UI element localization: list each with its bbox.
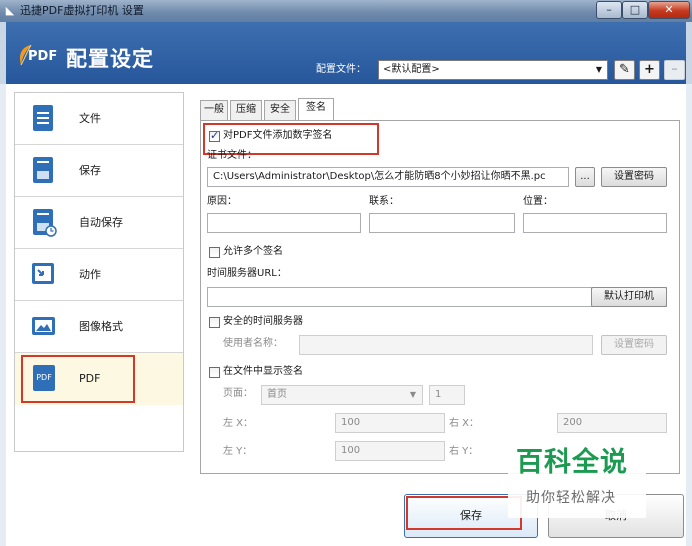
maximize-button[interactable]: □	[622, 1, 648, 19]
time-server-label: 时间服务器URL：	[207, 268, 287, 279]
tab-general[interactable]: 一般	[200, 100, 228, 120]
left-y-label: 左 Y：	[223, 446, 253, 457]
sidebar-item-label: 自动保存	[79, 216, 123, 229]
secure-time-server-checkbox[interactable]	[209, 317, 220, 328]
auto-save-icon	[31, 209, 57, 237]
left-x-field[interactable]: 100	[335, 413, 445, 433]
pencil-icon: ✎	[619, 62, 630, 77]
add-config-button[interactable]: +	[639, 60, 660, 80]
sidebar-item-label: 保存	[79, 164, 101, 177]
settings-sidebar: 文件 保存 自动保存 动作 图像格式 PDF PDF	[14, 92, 184, 452]
page-title: 配置设定	[66, 47, 154, 71]
minimize-button[interactable]: –	[596, 1, 622, 19]
allow-multiple-label: 允许多个签名	[223, 246, 283, 257]
watermark-title: 百科全说	[516, 447, 628, 478]
cert-file-field[interactable]: C:\Users\Administrator\Desktop\怎么才能防晒8个小…	[207, 167, 569, 187]
contact-field[interactable]	[369, 213, 515, 233]
config-file-label: 配置文件：	[316, 64, 366, 75]
username-label: 使用者名称：	[223, 338, 283, 349]
sidebar-item-save[interactable]: 保存	[15, 145, 183, 197]
secure-time-server-label: 安全的时间服务器	[223, 316, 303, 327]
right-y-label: 右 Y：	[449, 446, 479, 457]
page-number-field[interactable]: 1	[429, 385, 465, 405]
set-password-button[interactable]: 设置密码	[601, 167, 667, 187]
action-icon	[31, 261, 57, 289]
contact-label: 联系：	[369, 196, 399, 207]
sidebar-item-label: 图像格式	[79, 320, 123, 333]
window-title: 迅捷PDF虚拟打印机 设置	[20, 4, 144, 17]
close-button[interactable]: ✕	[648, 1, 690, 19]
left-y-field[interactable]: 100	[335, 441, 445, 461]
dropdown-arrow-icon: ▼	[595, 65, 602, 74]
page-select[interactable]: 首页 ▼	[261, 385, 423, 405]
sidebar-item-action[interactable]: 动作	[15, 249, 183, 301]
signature-panel: 对PDF文件添加数字签名 证书文件： C:\Users\Administrato…	[200, 120, 680, 474]
sidebar-item-pdf[interactable]: PDF PDF	[15, 353, 183, 405]
main-area: 文件 保存 自动保存 动作 图像格式 PDF PDF 一般 压缩 安全 签名 ✓…	[0, 84, 692, 546]
browse-button[interactable]: ...	[575, 167, 595, 187]
content-area: 文件 保存 自动保存 动作 图像格式 PDF PDF 一般 压缩 安全 签名 ✓…	[6, 84, 686, 546]
allow-multiple-checkbox[interactable]	[209, 247, 220, 258]
save-icon	[31, 157, 57, 185]
remove-config-button[interactable]: –	[664, 60, 685, 80]
tab-security[interactable]: 安全	[264, 100, 296, 120]
location-label: 位置：	[523, 196, 553, 207]
show-signature-checkbox[interactable]	[209, 367, 220, 378]
location-field[interactable]	[523, 213, 667, 233]
app-icon: ◣	[5, 4, 15, 17]
dropdown-arrow-icon: ▼	[409, 390, 416, 399]
edit-config-button[interactable]: ✎	[614, 60, 635, 80]
header-banner: PDF 配置设定 配置文件： <默认配置> ▼ ✎ + –	[0, 22, 692, 84]
sidebar-item-label: 文件	[79, 112, 101, 125]
cert-file-label: 证书文件：	[207, 150, 257, 161]
username-field[interactable]	[299, 335, 593, 355]
logo-text: PDF	[28, 49, 58, 64]
default-printer-button[interactable]: 默认打印机	[591, 287, 667, 307]
sidebar-item-auto-save[interactable]: 自动保存	[15, 197, 183, 249]
app-logo: PDF	[18, 40, 68, 70]
reason-label: 原因：	[207, 196, 237, 207]
window-titlebar: ◣ 迅捷PDF虚拟打印机 设置 – □ ✕	[0, 0, 692, 22]
sidebar-item-image-format[interactable]: 图像格式	[15, 301, 183, 353]
page-label: 页面：	[223, 388, 253, 399]
watermark: 百科全说 助你轻松解决	[508, 446, 646, 518]
highlight-box	[21, 355, 135, 403]
right-x-field[interactable]: 200	[557, 413, 667, 433]
reason-field[interactable]	[207, 213, 361, 233]
highlight-box	[406, 496, 522, 530]
config-file-value: <默认配置>	[383, 64, 440, 75]
sidebar-item-label: 动作	[79, 268, 101, 281]
left-x-label: 左 X：	[223, 418, 254, 429]
right-x-label: 右 X：	[449, 418, 480, 429]
document-icon	[31, 105, 57, 133]
sidebar-item-file[interactable]: 文件	[15, 93, 183, 145]
page-select-value: 首页	[267, 389, 287, 400]
tab-signature[interactable]: 签名	[298, 98, 334, 120]
config-file-select[interactable]: <默认配置> ▼	[378, 60, 608, 80]
set-password-button-2[interactable]: 设置密码	[601, 335, 667, 355]
watermark-subtitle: 助你轻松解决	[526, 490, 616, 506]
tab-compression[interactable]: 压缩	[230, 100, 262, 120]
show-signature-label: 在文件中显示签名	[223, 366, 303, 377]
image-icon	[31, 313, 57, 341]
